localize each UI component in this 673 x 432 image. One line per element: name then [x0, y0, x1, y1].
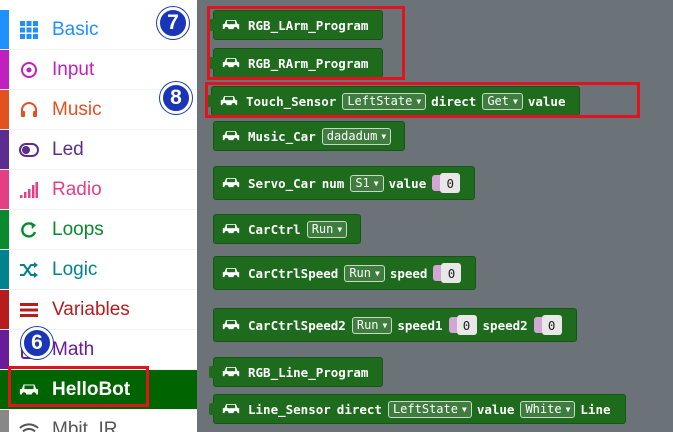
- category-color-stripe: [0, 210, 9, 249]
- block-text-speed1: speed1: [397, 317, 443, 333]
- step-badge-8: 8: [160, 82, 192, 114]
- block-text-line: Line: [580, 401, 611, 417]
- car-icon: [222, 131, 240, 143]
- toggle-icon: [19, 140, 39, 160]
- step-badge-6: 6: [21, 327, 53, 359]
- number-input[interactable]: 0: [433, 263, 462, 283]
- block-label: Servo_Car: [248, 175, 316, 191]
- highlight-box-rgb-arm-programs: [207, 6, 405, 80]
- highlight-box-hellobot: [8, 366, 149, 407]
- dropdown-arrow-icon: ▼: [382, 320, 388, 330]
- dropdown-arrow-icon: ▼: [373, 178, 379, 188]
- category-label: Logic: [52, 259, 98, 280]
- category-label: Loops: [52, 219, 104, 240]
- block-text-num: num: [321, 175, 345, 191]
- block-label: CarCtrlSpeed: [248, 265, 339, 281]
- block-carctrl[interactable]: CarCtrl Run ▼: [213, 214, 362, 244]
- car-icon: [222, 224, 240, 236]
- list-icon: [19, 300, 39, 320]
- dropdown-value: White: [525, 402, 562, 416]
- category-color-stripe: [0, 50, 9, 89]
- number-input[interactable]: 0: [448, 315, 477, 335]
- category-label: Mbit_IR: [52, 419, 118, 432]
- category-color-stripe: [0, 330, 9, 369]
- dropdown-arrow-icon: ▼: [375, 268, 380, 278]
- dropdown-run[interactable]: Run ▼: [351, 316, 393, 334]
- category-color-stripe: [0, 90, 9, 129]
- refresh-icon: [19, 220, 39, 240]
- block-rgb-line-program[interactable]: RGB_Line_Program: [209, 357, 384, 387]
- category-color-stripe: [0, 290, 9, 329]
- car-icon: [222, 178, 240, 190]
- block-carctrlspeed2[interactable]: CarCtrlSpeed2 Run ▼ speed1 0 speed2 0: [213, 308, 577, 342]
- dropdown-white[interactable]: White ▼: [520, 400, 576, 418]
- dropdown-run[interactable]: Run ▼: [344, 264, 385, 282]
- block-line-sensor[interactable]: Line_Sensor direct LeftState ▼ value Whit…: [209, 394, 626, 424]
- category-variables[interactable]: Variables: [0, 290, 197, 330]
- dropdown-value: Run: [311, 222, 334, 236]
- category-color-stripe: [0, 170, 9, 209]
- dropdown-value: Run: [349, 266, 371, 280]
- category-label: Music: [52, 99, 102, 120]
- block-text-speed: speed: [389, 265, 428, 281]
- dropdown-arrow-icon: ▼: [337, 224, 343, 234]
- car-icon: [222, 268, 240, 280]
- block-text-value: value: [388, 175, 427, 191]
- highlight-box-touch-sensor: [205, 82, 640, 118]
- dropdown-value: Run: [356, 318, 379, 332]
- dropdown-value: dadadum: [326, 129, 378, 143]
- category-color-stripe: [0, 250, 9, 289]
- category-label: Basic: [52, 19, 99, 40]
- wifi-icon: [19, 420, 39, 432]
- dropdown-melody[interactable]: dadadum ▼: [321, 127, 392, 145]
- block-notch: [209, 403, 215, 415]
- category-color-stripe: [0, 10, 9, 49]
- block-carctrlspeed[interactable]: CarCtrlSpeed Run ▼ speed 0: [213, 256, 477, 290]
- dropdown-arrow-icon: ▼: [381, 131, 387, 141]
- category-radio[interactable]: Radio: [0, 170, 197, 210]
- category-loops[interactable]: Loops: [0, 210, 197, 250]
- toolbox-sidebar: Basic Input Music Led Radio Loops Logic …: [0, 0, 197, 432]
- shuffle-icon: [19, 260, 39, 280]
- block-text-speed2: speed2: [482, 317, 528, 333]
- car-icon: [222, 367, 240, 379]
- block-label: CarCtrl: [248, 221, 301, 237]
- dropdown-value: LeftState: [392, 402, 458, 416]
- number-input[interactable]: 0: [432, 173, 461, 193]
- headphones-icon: [19, 100, 39, 120]
- grid-icon: [19, 20, 39, 40]
- dropdown-arrow-icon: ▼: [461, 404, 467, 414]
- step-badge-7: 7: [157, 7, 189, 39]
- category-label: Math: [52, 339, 95, 360]
- number-input[interactable]: 0: [533, 315, 562, 335]
- category-logic[interactable]: Logic: [0, 250, 197, 290]
- block-label: CarCtrlSpeed2: [248, 317, 346, 333]
- category-color-stripe: [0, 410, 9, 432]
- category-label: Input: [52, 59, 95, 80]
- block-music-car[interactable]: Music_Car dadadum ▼: [213, 121, 406, 151]
- category-mbit-ir[interactable]: Mbit_IR: [0, 410, 197, 432]
- dropdown-value: S1: [355, 176, 370, 190]
- car-icon: [222, 404, 240, 416]
- dropdown-arrow-icon: ▼: [565, 404, 571, 414]
- category-color-stripe: [0, 130, 9, 169]
- dropdown-leftstate[interactable]: LeftState ▼: [387, 400, 472, 418]
- dropdown-run[interactable]: Run ▼: [306, 220, 348, 238]
- dropdown-servo[interactable]: S1 ▼: [350, 174, 384, 192]
- category-led[interactable]: Led: [0, 130, 197, 170]
- category-label: Variables: [52, 299, 130, 320]
- block-workspace[interactable]: RGB_LArm_Program RGB_RArm_Program Touch_…: [197, 0, 673, 432]
- block-label: RGB_Line_Program: [248, 364, 369, 380]
- block-label: Line_Sensor: [248, 401, 331, 417]
- target-icon: [19, 60, 39, 80]
- block-text-value: value: [476, 401, 515, 417]
- block-notch: [209, 366, 215, 378]
- block-text-direct: direct: [336, 401, 382, 417]
- block-label: Music_Car: [248, 128, 316, 144]
- car-icon: [222, 320, 240, 332]
- signal-bars-icon: [19, 180, 39, 200]
- category-label: Led: [52, 139, 84, 160]
- category-label: Radio: [52, 179, 102, 200]
- block-servo-car[interactable]: Servo_Car num S1 ▼ value 0: [213, 166, 476, 200]
